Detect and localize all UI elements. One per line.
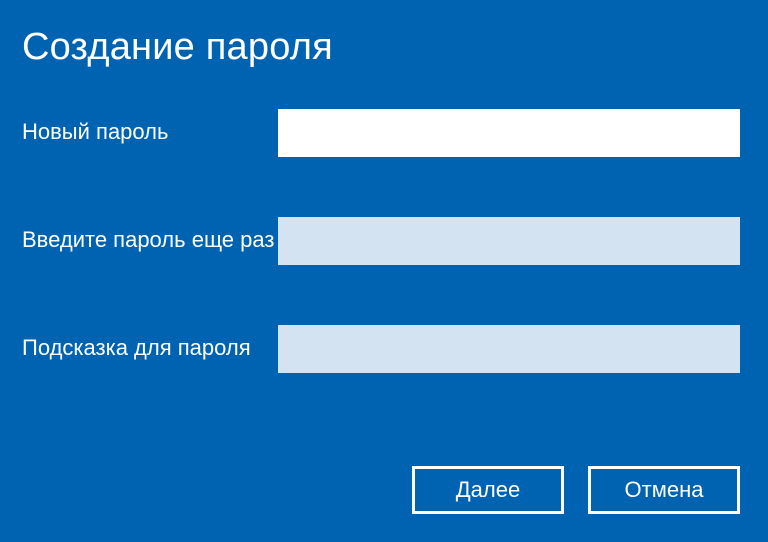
next-button[interactable]: Далее [412,466,564,514]
label-new-password: Новый пароль [22,109,278,147]
row-password-hint: Подсказка для пароля [22,325,740,373]
row-new-password: Новый пароль [22,109,740,157]
new-password-input[interactable] [278,109,740,157]
password-hint-input[interactable] [278,325,740,373]
row-confirm-password: Введите пароль еще раз [22,217,740,265]
confirm-password-input[interactable] [278,217,740,265]
button-row: Далее Отмена [412,466,740,514]
cancel-button[interactable]: Отмена [588,466,740,514]
label-password-hint: Подсказка для пароля [22,325,278,363]
page-title: Создание пароля [22,26,740,69]
label-confirm-password: Введите пароль еще раз [22,217,278,255]
